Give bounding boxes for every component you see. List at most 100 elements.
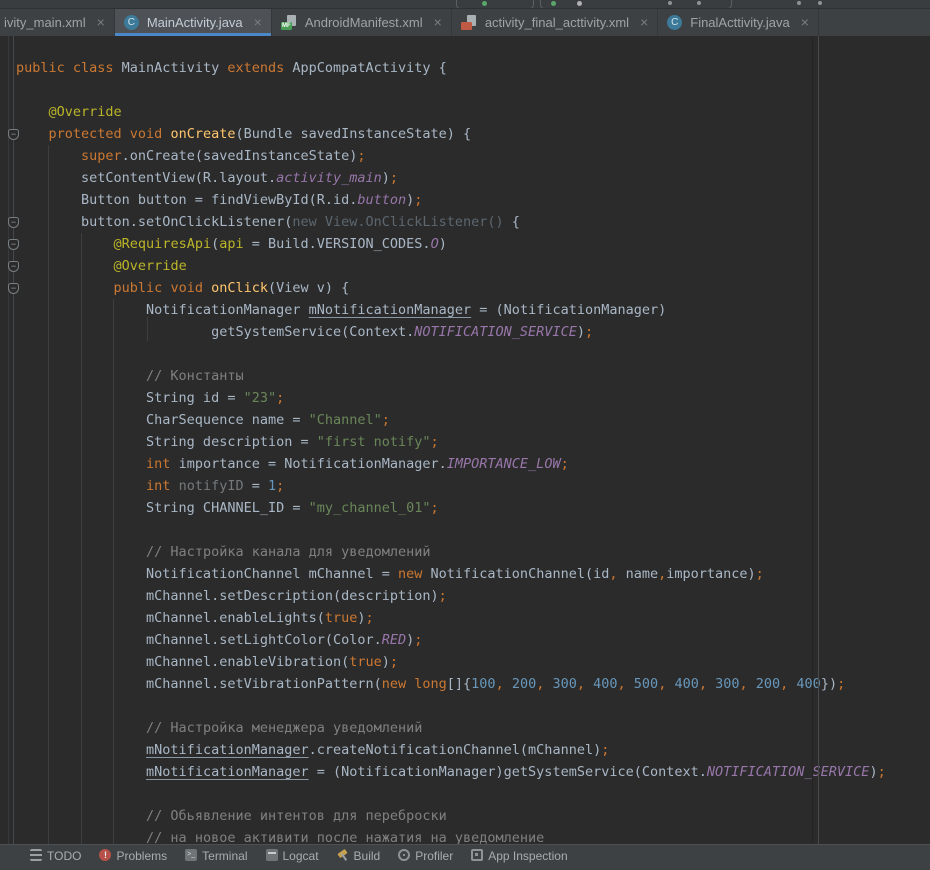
- run-icon[interactable]: [551, 1, 556, 6]
- code-line[interactable]: mChannel.setDescription(description);: [16, 585, 930, 607]
- code-line[interactable]: String id = "23";: [16, 387, 930, 409]
- toolbar-icon[interactable]: [697, 1, 701, 5]
- tab-close-icon[interactable]: ×: [254, 15, 262, 29]
- code-token: NotificationChannel mChannel =: [16, 566, 398, 582]
- code-line[interactable]: mNotificationManager = (NotificationMana…: [16, 761, 930, 783]
- profiler-icon: [398, 849, 410, 861]
- code-line[interactable]: // Константы: [16, 365, 930, 387]
- code-token: public class: [16, 60, 122, 76]
- toolwindow-button-terminal[interactable]: >_Terminal: [185, 849, 247, 865]
- code-token: ;: [756, 566, 764, 582]
- code-line[interactable]: // Обьявление интентов для переброски: [16, 805, 930, 827]
- code-area[interactable]: public class MainActivity extends AppCom…: [0, 36, 930, 849]
- code-line[interactable]: mNotificationManager.createNotificationC…: [16, 739, 930, 761]
- code-line[interactable]: super.onCreate(savedInstanceState);: [16, 145, 930, 167]
- tab-close-icon[interactable]: ×: [97, 15, 105, 29]
- code-line[interactable]: mChannel.setLightColor(Color.RED);: [16, 629, 930, 651]
- code-line[interactable]: setContentView(R.layout.activity_main);: [16, 167, 930, 189]
- code-line[interactable]: [16, 79, 930, 101]
- code-line[interactable]: @RequiresApi(api = Build.VERSION_CODES.O…: [16, 233, 930, 255]
- toolwindow-label: App Inspection: [488, 849, 567, 863]
- code-token: = Build.VERSION_CODES.: [252, 236, 431, 252]
- code-line[interactable]: protected void onCreate(Bundle savedInst…: [16, 123, 930, 145]
- code-line[interactable]: String CHANNEL_ID = "my_channel_01";: [16, 497, 930, 519]
- code-token: ;: [357, 148, 365, 164]
- toolbar-icon[interactable]: [577, 1, 582, 6]
- tab-close-icon[interactable]: ×: [801, 15, 809, 29]
- code-line[interactable]: [16, 343, 930, 365]
- code-token: IMPORTANCE_LOW: [447, 456, 561, 472]
- editor-tab-finalacttivity-java[interactable]: CFinalActtivity.java×: [658, 8, 819, 36]
- fold-marker-icon[interactable]: −: [8, 129, 19, 140]
- code-line[interactable]: mChannel.enableLights(true);: [16, 607, 930, 629]
- code-line[interactable]: String description = "first notify";: [16, 431, 930, 453]
- editor-tab-androidmanifest-xml[interactable]: MFAndroidManifest.xml×: [272, 8, 452, 36]
- code-editor[interactable]: public class MainActivity extends AppCom…: [0, 36, 930, 855]
- toolbar-icon[interactable]: [797, 1, 801, 5]
- code-token: O: [431, 236, 439, 252]
- editor-tab-ivity-main-xml[interactable]: ivity_main.xml×: [0, 8, 115, 36]
- code-token: // Настройка менеджера уведомлений: [146, 720, 422, 736]
- fold-marker-icon[interactable]: −: [8, 217, 19, 228]
- code-token: ): [577, 324, 585, 340]
- code-line[interactable]: button.setOnClickListener(new View.OnCli…: [16, 211, 930, 233]
- tab-label: activity_final_acttivity.xml: [485, 15, 629, 30]
- tab-close-icon[interactable]: ×: [434, 15, 442, 29]
- code-token: "Channel": [309, 412, 382, 428]
- fold-marker-icon[interactable]: −: [8, 283, 19, 294]
- toolwindow-button-problems[interactable]: !Problems: [99, 849, 167, 865]
- code-token: = (NotificationManager): [471, 302, 666, 318]
- code-line[interactable]: [16, 783, 930, 805]
- editor-tab-mainactivity-java[interactable]: CMainActivity.java×: [115, 8, 272, 36]
- code-line[interactable]: // Настройка менеджера уведомлений: [16, 717, 930, 739]
- code-token: @RequiresApi: [114, 236, 212, 252]
- code-token: @Override: [114, 258, 187, 274]
- code-line[interactable]: // Настройка канала для уведомлений: [16, 541, 930, 563]
- toolwindow-button-profiler[interactable]: Profiler: [398, 849, 453, 865]
- code-token: [16, 368, 146, 384]
- toolwindow-label: TODO: [47, 849, 81, 863]
- code-token: NotificationChannel(id: [431, 566, 610, 582]
- code-line[interactable]: mChannel.enableVibration(true);: [16, 651, 930, 673]
- fold-marker-icon[interactable]: −: [8, 239, 19, 250]
- code-token: importance = NotificationManager.: [179, 456, 447, 472]
- code-token: ,: [780, 676, 796, 692]
- code-token: 400: [593, 676, 617, 692]
- code-line[interactable]: int notifyID = 1;: [16, 475, 930, 497]
- run-config-widget-outline[interactable]: [456, 0, 534, 9]
- code-token: api: [219, 236, 252, 252]
- right-margin-guide: [812, 36, 813, 855]
- toolwindow-button-build[interactable]: Build: [337, 849, 381, 865]
- code-line[interactable]: @Override: [16, 255, 930, 277]
- toolbar-icon[interactable]: [818, 1, 822, 5]
- code-line[interactable]: getSystemService(Context.NOTIFICATION_SE…: [16, 321, 930, 343]
- code-token: ): [382, 170, 390, 186]
- code-line[interactable]: [16, 695, 930, 717]
- code-line[interactable]: mChannel.setVibrationPattern(new long[]{…: [16, 673, 930, 695]
- code-line[interactable]: [16, 519, 930, 541]
- editor-tab-activity-final-acttivity-xml[interactable]: activity_final_acttivity.xml ×: [452, 8, 658, 36]
- toolbar-icon[interactable]: [668, 1, 672, 5]
- code-line[interactable]: @Override: [16, 101, 930, 123]
- code-line[interactable]: CharSequence name = "Channel";: [16, 409, 930, 431]
- toolwindow-button-app-inspection[interactable]: App Inspection: [471, 849, 567, 865]
- code-token: ): [382, 654, 390, 670]
- code-line[interactable]: public class MainActivity extends AppCom…: [16, 57, 930, 79]
- toolbar-widget-outline[interactable]: [540, 0, 732, 9]
- code-line[interactable]: public void onClick(View v) {: [16, 277, 930, 299]
- fold-marker-icon[interactable]: −: [8, 261, 19, 272]
- code-line[interactable]: NotificationManager mNotificationManager…: [16, 299, 930, 321]
- code-token: [16, 104, 49, 120]
- code-token: ;: [414, 192, 422, 208]
- code-line[interactable]: Button button = findViewById(R.id.button…: [16, 189, 930, 211]
- tab-label: FinalActtivity.java: [690, 15, 789, 30]
- code-line[interactable]: NotificationChannel mChannel = new Notif…: [16, 563, 930, 585]
- code-token: activity_main: [276, 170, 382, 186]
- code-token: [16, 720, 146, 736]
- tab-close-icon[interactable]: ×: [640, 15, 648, 29]
- code-token: 1: [268, 478, 276, 494]
- run-icon[interactable]: [482, 1, 487, 6]
- toolwindow-button-logcat[interactable]: Logcat: [266, 849, 319, 865]
- toolwindow-button-todo[interactable]: TODO: [30, 849, 81, 865]
- code-line[interactable]: int importance = NotificationManager.IMP…: [16, 453, 930, 475]
